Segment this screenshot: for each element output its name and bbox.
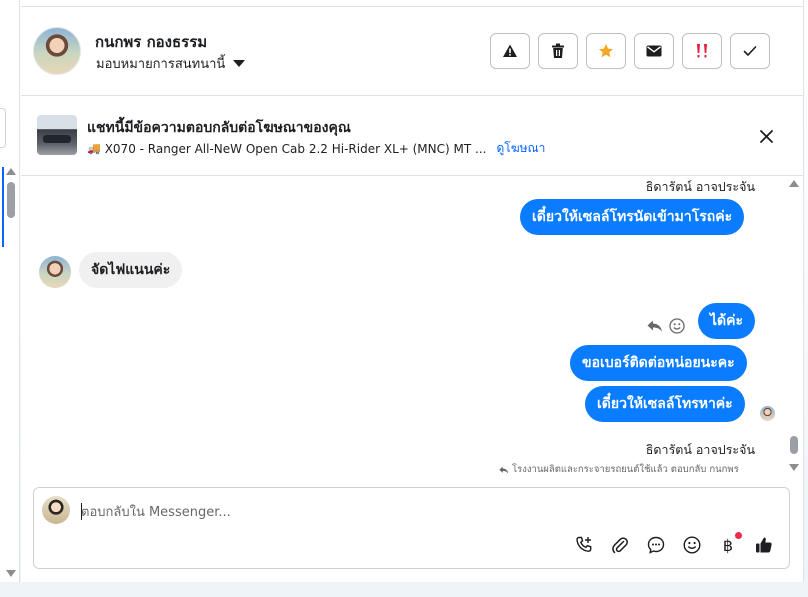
truck-icon: 🚚 [87, 142, 101, 155]
view-ad-link[interactable]: ดูโฆษณา [496, 139, 545, 158]
assign-conversation-dropdown[interactable]: มอบหมายการสนทนานี้ [96, 53, 246, 74]
reply-icon [499, 466, 509, 473]
important-flag-icon [697, 44, 707, 58]
left-panel-strip [0, 0, 20, 582]
react-emoji-icon[interactable] [669, 318, 685, 334]
close-icon [759, 129, 773, 143]
attach-button[interactable] [610, 535, 630, 555]
chat-scrollbar-thumb[interactable] [790, 436, 798, 454]
header-divider [21, 95, 804, 96]
star-button[interactable] [586, 33, 626, 69]
ad-product-name: X070 - Ranger All-NeW Open Cab 2.2 Hi-Ri… [104, 141, 487, 156]
outgoing-message[interactable]: เดี๋ยวให้เซลล์โทรหาค่ะ [585, 386, 745, 422]
top-divider [21, 6, 804, 7]
conversation-actions [490, 33, 770, 69]
sender-name: ธิดารัตน์ อาจประจัน [645, 442, 755, 457]
saved-replies-button[interactable] [646, 535, 666, 555]
outgoing-message[interactable]: ขอเบอร์ติดต่อหน่อยนะคะ [570, 345, 747, 381]
send-like-button[interactable] [754, 535, 774, 555]
emoji-button[interactable] [682, 535, 702, 555]
left-scroll-down-arrow[interactable] [6, 570, 16, 577]
chat-scroll-down-arrow[interactable] [789, 464, 799, 471]
text-cursor [81, 503, 82, 520]
message-composer: ฿ [33, 487, 790, 569]
left-scrollbar-thumb[interactable] [7, 182, 15, 218]
emoji-icon [683, 536, 701, 554]
ad-thumbnail[interactable] [37, 115, 77, 155]
ad-banner-subtitle: 🚚 X070 - Ranger All-NeW Open Cab 2.2 Hi-… [87, 139, 545, 158]
reply-input[interactable] [81, 502, 681, 522]
baht-icon: ฿ [722, 535, 734, 555]
report-spam-button[interactable] [490, 33, 530, 69]
composer-toolbar: ฿ [574, 532, 774, 555]
checkmark-icon [743, 46, 757, 56]
warning-icon [503, 44, 517, 57]
ad-divider [21, 175, 804, 176]
payment-button[interactable]: ฿ [718, 532, 742, 555]
delete-button[interactable] [538, 33, 578, 69]
mark-unread-button[interactable] [634, 33, 674, 69]
outgoing-message[interactable]: ได้ค่ะ [698, 303, 756, 339]
call-button[interactable] [574, 535, 594, 555]
conversation-panel: กนกพร กองธรรม มอบหมายการสนทนานี้ แชทนี้ม… [21, 0, 804, 582]
follow-up-button[interactable] [682, 33, 722, 69]
left-scroll-up-arrow[interactable] [6, 168, 16, 175]
assign-conversation-label: มอบหมายการสนทนานี้ [96, 57, 226, 72]
sender-name: ธิดารัตน์ อาจประจัน [645, 179, 755, 194]
contact-name[interactable]: กนกพร กองธรรม [95, 30, 207, 54]
contact-avatar[interactable] [33, 27, 81, 75]
thumbs-up-icon [756, 537, 772, 553]
reply-attribution-text: โรงงานผลิตและกระจายรถยนต์ใช้แล้ว ตอบกลับ… [512, 464, 739, 475]
reply-attribution: โรงงานผลิตและกระจายรถยนต์ใช้แล้ว ตอบกลับ… [499, 462, 739, 477]
message-hover-tools [647, 318, 685, 334]
paperclip-icon [612, 537, 628, 554]
left-panel-selection-indicator [2, 167, 5, 247]
notification-dot [735, 532, 742, 539]
chat-bubble-icon [647, 536, 665, 554]
outgoing-message[interactable]: เดี๋ยวให้เซลล์โทรนัดเข้ามาโรถค่ะ [520, 199, 745, 235]
chevron-down-icon [233, 60, 246, 67]
seen-by-avatar [760, 406, 775, 421]
chat-scroll-up-arrow[interactable] [789, 180, 799, 187]
envelope-icon [646, 45, 662, 57]
ad-banner-title: แชทนี้มีข้อความตอบกลับต่อโฆษณาของคุณ [87, 120, 351, 136]
contact-message-avatar [39, 256, 71, 288]
phone-plus-icon [576, 536, 592, 552]
incoming-message[interactable]: จัดไฟแนนค่ะ [79, 252, 183, 288]
composer-avatar [42, 496, 70, 524]
trash-icon [552, 43, 564, 58]
left-panel-edge [0, 108, 6, 148]
mark-done-button[interactable] [730, 33, 770, 69]
reply-icon[interactable] [647, 320, 663, 332]
close-ad-banner-button[interactable] [756, 126, 776, 146]
star-icon [599, 44, 613, 58]
